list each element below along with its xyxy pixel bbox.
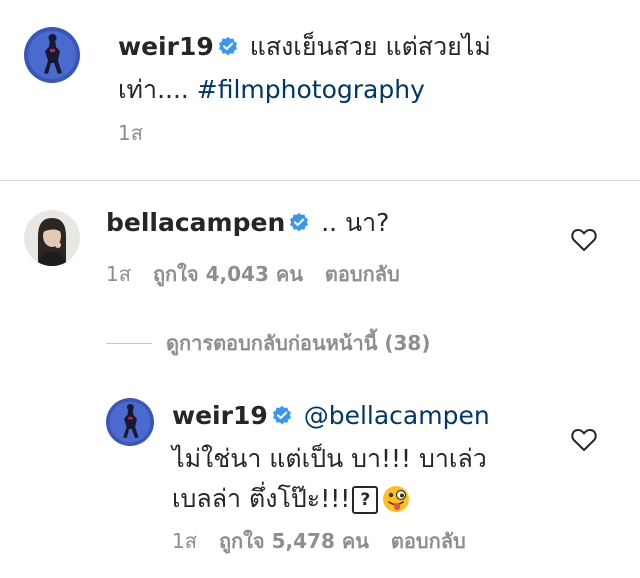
comment-avatar[interactable] (24, 210, 80, 266)
heart-icon[interactable] (571, 228, 597, 256)
comment-body: bellacampen .. นา? (106, 203, 566, 246)
reply-time: 1ส (172, 529, 197, 553)
comment-avatar-image (24, 210, 80, 266)
reply-likes[interactable]: ถูกใจ 5,478 คน (219, 529, 369, 553)
divider (0, 180, 640, 181)
view-previous-replies[interactable]: ดูการตอบกลับก่อนหน้านี้ (38) (106, 330, 430, 356)
reply-body: weir19 @bellacampen ไม่ใช่นา แต่เป็น บา!… (172, 396, 552, 525)
reply-avatar[interactable] (106, 398, 154, 446)
comment-text: .. นา? (321, 208, 390, 237)
post-caption: weir19 แสงเย็นสวย แต่สวยไม่ เท่า.... #fi… (118, 27, 628, 110)
verified-badge-icon (217, 30, 239, 70)
tongue-out-face-icon (382, 485, 410, 525)
reply-meta: 1ส ถูกใจ 5,478 คน ตอบกลับ (172, 525, 488, 557)
heart-icon[interactable] (571, 428, 597, 456)
post-meta: 1ส (118, 117, 165, 149)
comment-time: 1ส (106, 262, 131, 286)
comment-likes[interactable]: ถูกใจ 4,043 คน (153, 262, 303, 286)
post-caption-line2: เท่า.... (118, 75, 197, 104)
comment-meta: 1ส ถูกใจ 4,043 คน ตอบกลับ (106, 258, 422, 290)
view-replies-label[interactable]: ดูการตอบกลับก่อนหน้านี้ (38) (166, 327, 430, 359)
mention-link[interactable]: @bellacampen (304, 401, 490, 430)
reply-text-line1: ไม่ใช่นา แต่เป็น บา!!! บาเล่ว (172, 444, 487, 473)
comment-username[interactable]: bellacampen (106, 208, 285, 237)
comment-reply-button[interactable]: ตอบกลับ (325, 262, 400, 286)
reply-text-line2: เบลล่า ตึ่งโป๊ะ!!! (172, 484, 351, 513)
post-caption-line1: แสงเย็นสวย แต่สวยไม่ (249, 32, 491, 61)
reply-reply-button[interactable]: ตอบกลับ (391, 529, 466, 553)
reply-avatar-image (106, 398, 154, 446)
post-username[interactable]: weir19 (118, 32, 214, 61)
unknown-glyph-box: ? (352, 486, 379, 514)
post-avatar-image (24, 27, 80, 83)
replies-line (106, 342, 152, 344)
hashtag-link[interactable]: #filmphotography (197, 75, 425, 104)
verified-badge-icon (288, 206, 310, 246)
post-avatar[interactable] (24, 27, 80, 83)
verified-badge-icon (271, 399, 293, 439)
reply-username[interactable]: weir19 (172, 401, 268, 430)
post-time: 1ส (118, 121, 143, 145)
